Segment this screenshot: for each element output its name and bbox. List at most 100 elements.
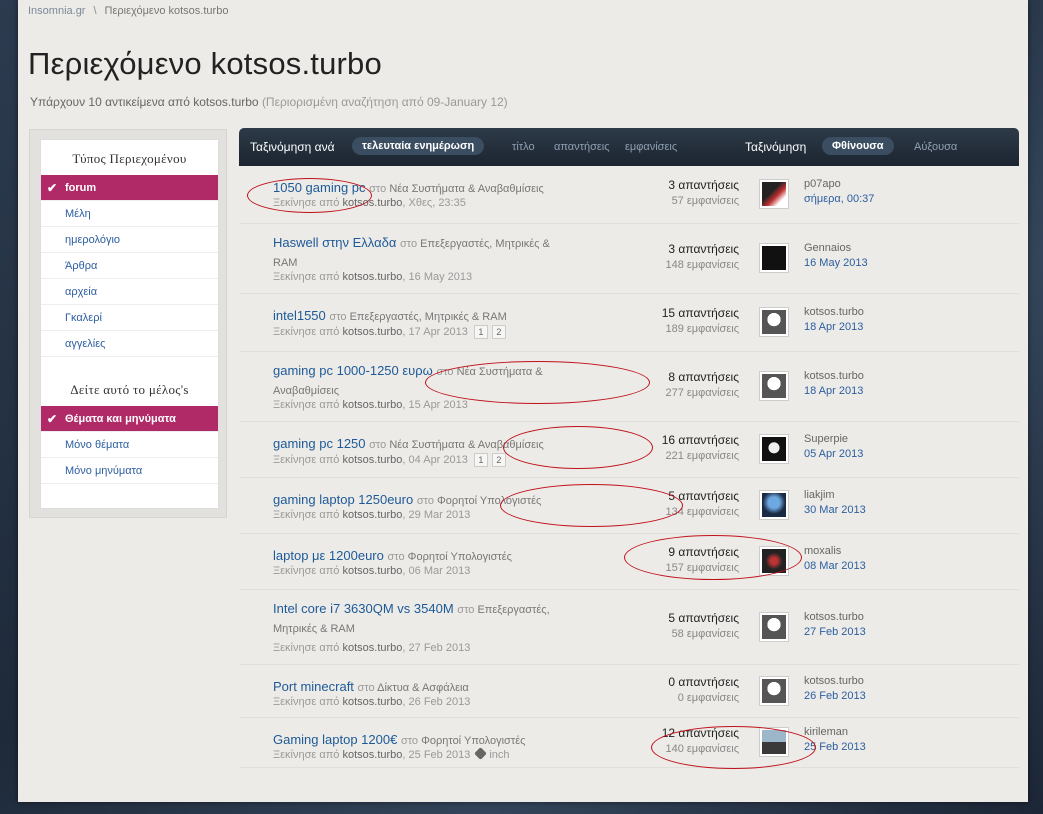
avatar[interactable] [759,179,789,209]
avatar[interactable] [759,676,789,706]
topic-tag[interactable]: inch [489,749,509,761]
started-by-label: Ξεκίνησε από [273,197,340,209]
topic-author-link[interactable]: kotsos.turbo [343,454,403,466]
topic-title-link[interactable]: Intel core i7 3630QM vs 3540M [273,601,454,616]
sort-option-replies[interactable]: απαντήσεις [554,141,610,153]
topic-author-link[interactable]: kotsos.turbo [343,642,403,654]
topic-title-block: 1050 gaming pc στο Νέα Συστήματα & Αναβα… [273,179,573,198]
topic-forum-link[interactable]: Επεξεργαστές, [477,604,549,616]
avatar[interactable] [759,307,789,337]
topic-title-link[interactable]: gaming pc 1000-1250 ευρω [273,363,433,378]
sidebar-item-member-1[interactable]: Μόνο θέματα [41,432,218,458]
topic-author-link[interactable]: kotsos.turbo [343,749,403,761]
last-post-date-link[interactable]: 18 Apr 2013 [804,385,864,397]
topic-forum-link[interactable]: Νέα Συστήματα & Αναβαθμίσεις [389,439,543,451]
avatar[interactable] [759,434,789,464]
topic-forum-link-cont[interactable]: Αναβαθμίσεις [273,385,339,397]
sidebar-item-member-0[interactable]: ✔ Θέματα και μηνύματα [41,406,218,432]
topic-forum-link[interactable]: Φορητοί Υπολογιστές [408,551,512,563]
view-count: 277 [665,387,684,399]
last-post-user-link[interactable]: kirileman [804,726,866,738]
topic-author-link[interactable]: kotsos.turbo [343,197,403,209]
sidebar-item-member-2[interactable]: Μόνο μηνύματα [41,458,218,484]
avatar[interactable] [759,490,789,520]
topic-author-link[interactable]: kotsos.turbo [343,509,403,521]
last-post-user-link[interactable]: kotsos.turbo [804,306,864,318]
topic-title-link[interactable]: Haswell στην Ελλαδα [273,235,396,250]
last-post-user-link[interactable]: moxalis [804,545,866,557]
topic-forum-link-cont[interactable]: Μητρικές & RAM [273,623,355,635]
last-post-date-link[interactable]: 05 Apr 2013 [804,448,863,460]
topic-author-link[interactable]: kotsos.turbo [343,399,403,411]
sidebar-item-content-type-5[interactable]: Γκαλερί [41,305,218,331]
topic-title-link[interactable]: gaming laptop 1250euro [273,492,413,507]
in-label: στο [369,439,387,451]
topic-forum-link[interactable]: Νέα Συστήματα & Αναβαθμίσεις [389,183,543,195]
last-post-date-link[interactable]: 08 Mar 2013 [804,560,866,572]
views-line: 189 εμφανίσεις [662,323,739,335]
last-post-date-link[interactable]: σήμερα, 00:37 [804,193,874,205]
sidebar-item-content-type-1[interactable]: Μέλη [41,201,218,227]
topic-forum-link[interactable]: Φορητοί Υπολογιστές [421,735,525,747]
order-option-ascending[interactable]: Αύξουσα [914,141,957,153]
page-link[interactable]: 1 [473,453,488,467]
avatar[interactable] [759,546,789,576]
replies-label: απαντήσεις [678,370,739,384]
breadcrumb-separator: \ [93,5,97,17]
order-option-descending[interactable]: Φθίνουσα [822,137,894,155]
last-post-user-link[interactable]: kotsos.turbo [804,611,866,623]
topic-forum-link[interactable]: Φορητοί Υπολογιστές [437,495,541,507]
last-post-date-link[interactable]: 26 Feb 2013 [804,690,866,702]
breadcrumb-current: Περιεχόμενο kotsos.turbo [104,5,229,17]
topic-title-link[interactable]: gaming pc 1250 [273,436,366,451]
sidebar-item-content-type-4[interactable]: αρχεία [41,279,218,305]
topic-forum-link[interactable]: Επεξεργαστές, Μητρικές & [420,238,550,250]
last-post-user-link[interactable]: Superpie [804,433,863,445]
last-post-user-link[interactable]: p07apo [804,178,874,190]
topic-forum-link[interactable]: Επεξεργαστές, Μητρικές & RAM [350,311,507,323]
last-post-date-link[interactable]: 27 Feb 2013 [804,626,866,638]
topic-title-link[interactable]: intel1550 [273,308,326,323]
page-link[interactable]: 2 [491,325,506,339]
avatar-image [762,246,786,270]
views-line: 134 εμφανίσεις [665,506,739,518]
sort-option-title[interactable]: τίτλο [512,141,535,153]
topic-date: 06 Mar 2013 [408,565,471,577]
avatar[interactable] [759,371,789,401]
last-post-user-link[interactable]: kotsos.turbo [804,370,864,382]
topic-title-block: Gaming laptop 1200€ στο Φορητοί Υπολογισ… [273,731,573,750]
last-post-date-link[interactable]: 25 Feb 2013 [804,741,866,753]
avatar[interactable] [759,727,789,757]
topic-title-link[interactable]: Gaming laptop 1200€ [273,732,397,747]
topic-author-link[interactable]: kotsos.turbo [343,271,403,283]
topic-author-link[interactable]: kotsos.turbo [343,696,403,708]
topic-row: gaming laptop 1250euro στο Φορητοί Υπολο… [239,478,1019,534]
last-post-user-link[interactable]: liakjim [804,489,866,501]
topic-title-link[interactable]: 1050 gaming pc [273,180,366,195]
topic-author-link[interactable]: kotsos.turbo [343,326,403,338]
last-post-user-link[interactable]: Gennaios [804,242,868,254]
topic-forum-link-cont[interactable]: RAM [273,257,297,269]
last-post-user-link[interactable]: kotsos.turbo [804,675,866,687]
sort-option-last-update[interactable]: τελευταία ενημέρωση [352,137,485,155]
topic-forum-link[interactable]: Νέα Συστήματα & [457,366,543,378]
avatar[interactable] [759,612,789,642]
sidebar-item-content-type-2[interactable]: ημερολόγιο [41,227,218,253]
page-link[interactable]: 1 [473,325,488,339]
avatar[interactable] [759,243,789,273]
breadcrumb-home-link[interactable]: Insomnia.gr [28,5,85,17]
last-post-date-link[interactable]: 18 Apr 2013 [804,321,864,333]
last-post-date-link[interactable]: 16 May 2013 [804,257,868,269]
topic-title-link[interactable]: Port minecraft [273,679,354,694]
topic-title-link[interactable]: laptop με 1200euro [273,548,384,563]
sidebar-item-content-type-6[interactable]: αγγελίες [41,331,218,357]
sidebar-item-content-type-0[interactable]: ✔ forum [41,175,218,201]
last-post-info: kirileman 25 Feb 2013 [804,726,866,753]
last-post-date-link[interactable]: 30 Mar 2013 [804,504,866,516]
topic-forum-link[interactable]: Δίκτυα & Ασφάλεια [377,682,469,694]
sidebar-item-content-type-3[interactable]: Άρθρα [41,253,218,279]
page-link[interactable]: 2 [491,453,506,467]
topic-author-link[interactable]: kotsos.turbo [343,565,403,577]
sort-option-views[interactable]: εμφανίσεις [625,141,677,153]
topic-forum: στο Νέα Συστήματα & Αναβαθμίσεις [369,439,544,451]
